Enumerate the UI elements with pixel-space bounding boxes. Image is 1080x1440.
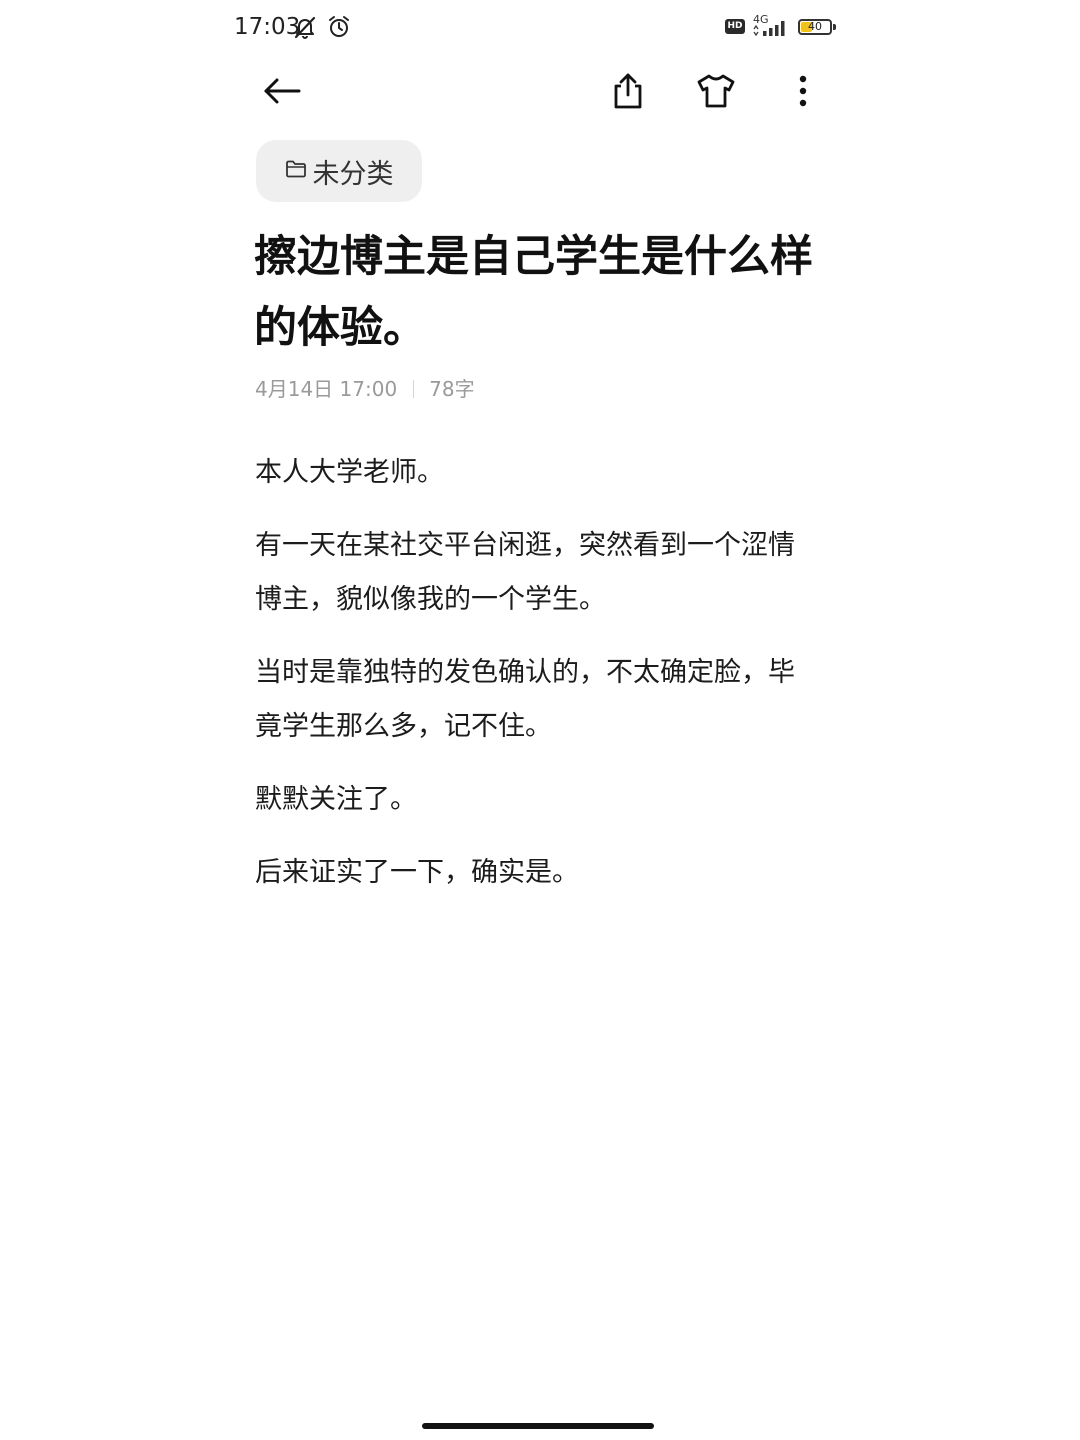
note-meta: 4月14日 17:00 78字	[255, 374, 475, 404]
meta-divider	[413, 380, 415, 398]
share-icon	[611, 72, 645, 114]
note-date: 4月14日 17:00	[255, 377, 398, 401]
note-paragraph: 后来证实了一下，确实是。	[255, 857, 579, 888]
more-vertical-icon	[798, 75, 808, 111]
note-paragraph: 本人大学老师。	[255, 457, 444, 488]
alarm-icon	[326, 14, 352, 44]
note-title[interactable]: 擦边博主是自己学生是什么样的体验。	[254, 222, 834, 364]
mute-icon	[292, 14, 318, 44]
battery-cap	[833, 24, 836, 30]
tshirt-theme-icon	[696, 73, 736, 113]
note-paragraph: 默默关注了。	[255, 784, 417, 815]
hd-badge: HD	[725, 19, 745, 34]
theme-button[interactable]	[686, 63, 746, 123]
note-word-count: 78字	[429, 377, 475, 401]
folder-label: 未分类	[312, 158, 394, 190]
note-paragraph: 有一天在某社交平台闲逛，突然看到一个涩情博主，貌似像我的一个学生。	[255, 530, 795, 615]
home-indicator[interactable]	[422, 1423, 654, 1429]
folder-icon	[285, 160, 307, 182]
status-time: 17:03	[234, 14, 301, 40]
back-button[interactable]	[252, 63, 312, 123]
signal-icon	[752, 17, 792, 41]
more-options-button[interactable]	[773, 63, 833, 123]
battery-icon: 40	[798, 19, 832, 35]
folder-chip[interactable]: 未分类	[256, 140, 422, 202]
share-button[interactable]	[598, 63, 658, 123]
battery-level: 40	[808, 20, 822, 33]
note-paragraph: 当时是靠独特的发色确认的，不太确定脸，毕竟学生那么多，记不住。	[255, 657, 795, 742]
note-body[interactable]: 本人大学老师。 有一天在某社交平台闲逛，突然看到一个涩情博主，貌似像我的一个学生…	[255, 446, 815, 919]
back-arrow-icon	[262, 76, 302, 110]
